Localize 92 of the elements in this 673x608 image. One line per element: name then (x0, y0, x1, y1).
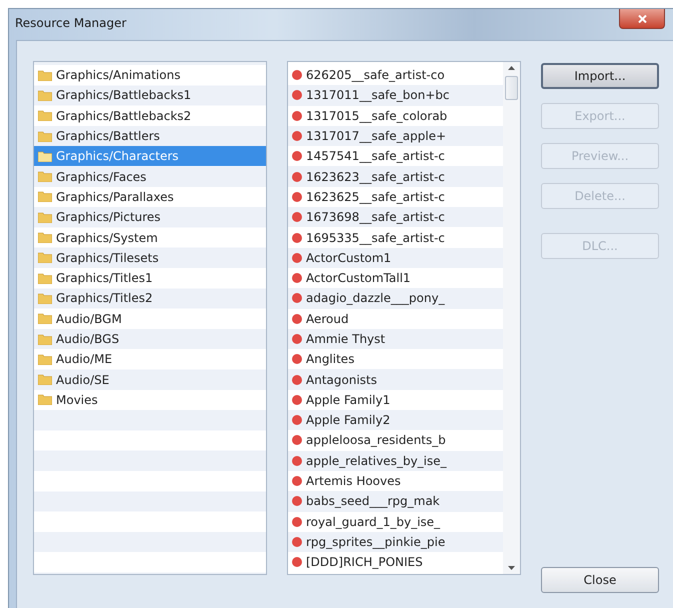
dot-icon (292, 293, 302, 304)
folder-item[interactable]: Movies (34, 390, 266, 410)
resource-item[interactable]: appleloosa_residents_b (288, 430, 503, 451)
folder-icon (38, 191, 52, 202)
folder-icon (38, 232, 52, 244)
resource-item[interactable]: Ammie Thyst (288, 328, 503, 350)
dot-icon (292, 131, 302, 142)
folder-item[interactable]: Graphics/Animations (34, 65, 266, 86)
dot-icon (292, 232, 302, 243)
scroll-up-icon[interactable] (508, 66, 515, 70)
folder-item[interactable]: Audio/SE (34, 369, 266, 390)
dot-icon (292, 314, 302, 324)
dot-icon (292, 90, 302, 100)
resource-item[interactable]: Aeroud (288, 308, 503, 329)
resource-item[interactable]: 1457541__safe_artist-c (288, 146, 503, 166)
folder-item[interactable]: Graphics/Battlers (34, 126, 266, 146)
scroll-down-icon[interactable] (508, 566, 515, 570)
resource-item[interactable]: 1673698__safe_artist-c (288, 207, 503, 228)
dot-icon (292, 70, 302, 80)
folder-item[interactable]: Audio/BGM (34, 308, 266, 329)
dot-icon (292, 151, 302, 162)
folder-icon (38, 292, 52, 304)
scroll-thumb[interactable] (505, 76, 518, 100)
folder-item[interactable]: Audio/BGS (34, 328, 266, 350)
folder-item[interactable]: Graphics/System (34, 227, 266, 248)
resource-item[interactable]: Apple Family1 (288, 390, 503, 410)
close-button[interactable]: Close (541, 567, 659, 593)
folder-icon (38, 171, 52, 182)
folder-item[interactable]: Graphics/Faces (34, 166, 266, 187)
scrollbar[interactable] (503, 62, 520, 574)
dot-icon (292, 192, 302, 202)
folder-item[interactable]: Graphics/Titles2 (34, 288, 266, 309)
folder-icon (38, 130, 52, 142)
dot-icon (292, 273, 302, 284)
folder-item[interactable]: Graphics/Titles1 (34, 268, 266, 288)
folder-icon (38, 354, 52, 365)
folder-icon (38, 252, 52, 264)
folder-item[interactable]: Graphics/Pictures (34, 207, 266, 228)
dot-icon (292, 334, 302, 344)
dot-icon (292, 476, 302, 486)
dot-icon (292, 394, 302, 405)
folder-icon (38, 272, 52, 284)
resource-item[interactable]: Artemis Hooves (288, 470, 503, 492)
dot-icon (292, 415, 302, 426)
folder-item[interactable]: Audio/ME (34, 349, 266, 370)
dot-icon (292, 212, 302, 222)
folder-item[interactable]: Graphics/Battlebacks2 (34, 106, 266, 126)
folder-item[interactable]: Graphics/Tilesets (34, 248, 266, 268)
resource-item[interactable]: apple_relatives_by_ise_ (288, 450, 503, 471)
resource-item[interactable]: [DDD]RICH_PONIES (288, 552, 503, 572)
resource-item[interactable]: 1623625__safe_artist-c (288, 186, 503, 208)
dot-icon (292, 110, 302, 121)
dot-icon (292, 496, 302, 506)
resource-item[interactable]: 1317017__safe_apple+ (288, 126, 503, 146)
resource-item[interactable]: Apple Family2 (288, 410, 503, 430)
dot-icon (292, 456, 302, 466)
folder-icon (38, 394, 52, 406)
close-icon (638, 14, 646, 22)
folder-item[interactable]: Graphics/Parallaxes (34, 186, 266, 208)
resource-item[interactable]: 1317011__safe_bon+bc (288, 85, 503, 106)
resource-item[interactable]: 1623623__safe_artist-c (288, 166, 503, 187)
dot-icon (292, 557, 302, 568)
resource-item[interactable]: 1695335__safe_artist-c (288, 227, 503, 248)
resource-item[interactable]: Anglites (288, 349, 503, 370)
resource-item[interactable]: 1317015__safe_colorab (288, 106, 503, 126)
folder-icon (38, 313, 52, 324)
folder-icon (38, 334, 52, 344)
window-title: Resource Manager (15, 16, 126, 30)
resource-item[interactable]: babs_seed___rpg_mak (288, 491, 503, 512)
dot-icon (292, 252, 302, 263)
folder-icon (38, 90, 52, 101)
folder-icon (38, 374, 52, 386)
dot-icon (292, 374, 302, 385)
folder-icon (38, 150, 52, 162)
resource-item[interactable]: ActorCustom1 (288, 248, 503, 268)
folder-icon (38, 212, 52, 223)
resource-item[interactable]: adagio_dazzle___pony_ (288, 288, 503, 309)
dot-icon (292, 354, 302, 364)
resource-item[interactable]: Antagonists (288, 369, 503, 390)
resource-item[interactable]: ActorCustomTall1 (288, 268, 503, 288)
resource-item[interactable]: royal_guard_1_by_ise_ (288, 512, 503, 532)
folder-icon (38, 110, 52, 122)
resource-item[interactable]: rpg_sprites__pinkie_pie (288, 532, 503, 552)
dot-icon (292, 516, 302, 527)
dialog-button[interactable]: Import... (541, 63, 659, 89)
close-window-button[interactable] (619, 9, 665, 29)
dot-icon (292, 536, 302, 547)
dot-icon (292, 172, 302, 182)
dot-icon (292, 435, 302, 446)
folder-icon (38, 70, 52, 81)
resource-item[interactable]: 626205__safe_artist-co (288, 65, 503, 86)
folder-item[interactable]: Graphics/Battlebacks1 (34, 85, 266, 106)
